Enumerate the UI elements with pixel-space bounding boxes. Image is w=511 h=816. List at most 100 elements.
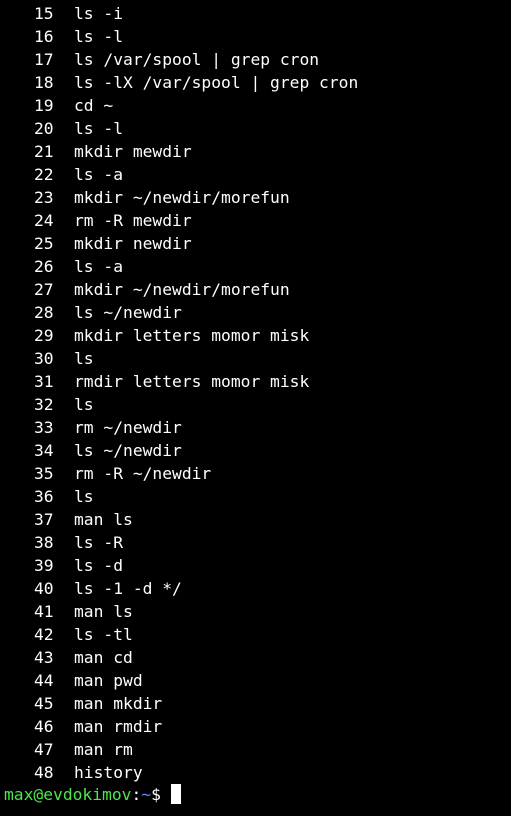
- history-command: man rm: [74, 740, 133, 759]
- history-line: 22 ls -a: [4, 163, 358, 186]
- history-output: 15 ls -i 16 ls -l 17 ls /var/spool | grep cro…: [4, 2, 358, 784]
- history-command: ls ~/newdir: [74, 303, 182, 322]
- history-number: 41: [34, 602, 54, 621]
- history-number: 36: [34, 487, 54, 506]
- history-number: 25: [34, 234, 54, 253]
- history-line: 36 ls: [4, 485, 358, 508]
- history-line: 35 rm -R ~/newdir: [4, 462, 358, 485]
- history-line: 27 mkdir ~/newdir/morefun: [4, 278, 358, 301]
- history-line: 28 ls ~/newdir: [4, 301, 358, 324]
- history-number: 16: [34, 27, 54, 46]
- prompt-path: ~: [141, 785, 152, 804]
- history-command: ls -i: [74, 4, 124, 23]
- history-line: 16 ls -l: [4, 25, 358, 48]
- history-line: 48 history: [4, 761, 358, 784]
- history-command: rm -R ~/newdir: [74, 464, 212, 483]
- history-command: ls -R: [74, 533, 124, 552]
- history-number: 18: [34, 73, 54, 92]
- history-command: ls ~/newdir: [74, 441, 182, 460]
- prompt-colon: :: [131, 785, 142, 804]
- history-command: mkdir letters momor misk: [74, 326, 310, 345]
- history-number: 26: [34, 257, 54, 276]
- history-number: 40: [34, 579, 54, 598]
- history-command: man mkdir: [74, 694, 163, 713]
- history-number: 32: [34, 395, 54, 414]
- history-line: 44 man pwd: [4, 669, 358, 692]
- history-line: 26 ls -a: [4, 255, 358, 278]
- history-line: 39 ls -d: [4, 554, 358, 577]
- history-line: 30 ls: [4, 347, 358, 370]
- history-command: rm ~/newdir: [74, 418, 182, 437]
- history-command: ls -lX /var/spool | grep cron: [74, 73, 359, 92]
- history-command: man cd: [74, 648, 133, 667]
- history-line: 15 ls -i: [4, 2, 358, 25]
- history-line: 40 ls -1 -d */: [4, 577, 358, 600]
- history-command: mkdir mewdir: [74, 142, 192, 161]
- history-line: 19 cd ~: [4, 94, 358, 117]
- history-line: 31 rmdir letters momor misk: [4, 370, 358, 393]
- history-number: 17: [34, 50, 54, 69]
- history-line: 21 mkdir mewdir: [4, 140, 358, 163]
- history-number: 37: [34, 510, 54, 529]
- history-command: ls -l: [74, 119, 124, 138]
- history-line: 38 ls -R: [4, 531, 358, 554]
- history-number: 22: [34, 165, 54, 184]
- history-line: 45 man mkdir: [4, 692, 358, 715]
- history-command: ls /var/spool | grep cron: [74, 50, 320, 69]
- history-line: 24 rm -R mewdir: [4, 209, 358, 232]
- history-number: 38: [34, 533, 54, 552]
- prompt-user-host: max@evdokimov: [4, 785, 132, 804]
- text-cursor[interactable]: [170, 784, 181, 804]
- prompt-symbol: $: [151, 785, 161, 804]
- history-line: 18 ls -lX /var/spool | grep cron: [4, 71, 358, 94]
- history-number: 47: [34, 740, 54, 759]
- history-line: 47 man rm: [4, 738, 358, 761]
- history-command: ls -1 -d */: [74, 579, 182, 598]
- history-command: rmdir letters momor misk: [74, 372, 310, 391]
- history-line: 34 ls ~/newdir: [4, 439, 358, 462]
- history-number: 21: [34, 142, 54, 161]
- history-number: 44: [34, 671, 54, 690]
- history-number: 46: [34, 717, 54, 736]
- history-command: man rmdir: [74, 717, 163, 736]
- history-command: mkdir ~/newdir/morefun: [74, 188, 290, 207]
- history-number: 30: [34, 349, 54, 368]
- history-command: rm -R mewdir: [74, 211, 192, 230]
- shell-prompt[interactable]: max@evdokimov:~$: [4, 783, 181, 806]
- history-command: ls: [74, 487, 94, 506]
- history-line: 41 man ls: [4, 600, 358, 623]
- history-number: 19: [34, 96, 54, 115]
- history-number: 29: [34, 326, 54, 345]
- history-command: ls -d: [74, 556, 124, 575]
- history-command: cd ~: [74, 96, 114, 115]
- history-number: 27: [34, 280, 54, 299]
- history-line: 25 mkdir newdir: [4, 232, 358, 255]
- history-line: 37 man ls: [4, 508, 358, 531]
- history-number: 33: [34, 418, 54, 437]
- history-command: ls -a: [74, 257, 124, 276]
- history-number: 28: [34, 303, 54, 322]
- history-number: 48: [34, 763, 54, 782]
- history-command: ls -a: [74, 165, 124, 184]
- history-line: 29 mkdir letters momor misk: [4, 324, 358, 347]
- terminal-window[interactable]: 15 ls -i 16 ls -l 17 ls /var/spool | grep cro…: [0, 0, 511, 816]
- history-line: 46 man rmdir: [4, 715, 358, 738]
- history-number: 39: [34, 556, 54, 575]
- history-number: 15: [34, 4, 54, 23]
- history-line: 20 ls -l: [4, 117, 358, 140]
- history-command: mkdir ~/newdir/morefun: [74, 280, 290, 299]
- history-command: ls -tl: [74, 625, 133, 644]
- history-number: 43: [34, 648, 54, 667]
- history-number: 24: [34, 211, 54, 230]
- history-line: 43 man cd: [4, 646, 358, 669]
- history-number: 20: [34, 119, 54, 138]
- history-line: 33 rm ~/newdir: [4, 416, 358, 439]
- history-command: ls: [74, 349, 94, 368]
- history-command: ls: [74, 395, 94, 414]
- history-line: 32 ls: [4, 393, 358, 416]
- history-line: 17 ls /var/spool | grep cron: [4, 48, 358, 71]
- history-line: 23 mkdir ~/newdir/morefun: [4, 186, 358, 209]
- history-command: man ls: [74, 510, 133, 529]
- history-command: ls -l: [74, 27, 124, 46]
- history-number: 23: [34, 188, 54, 207]
